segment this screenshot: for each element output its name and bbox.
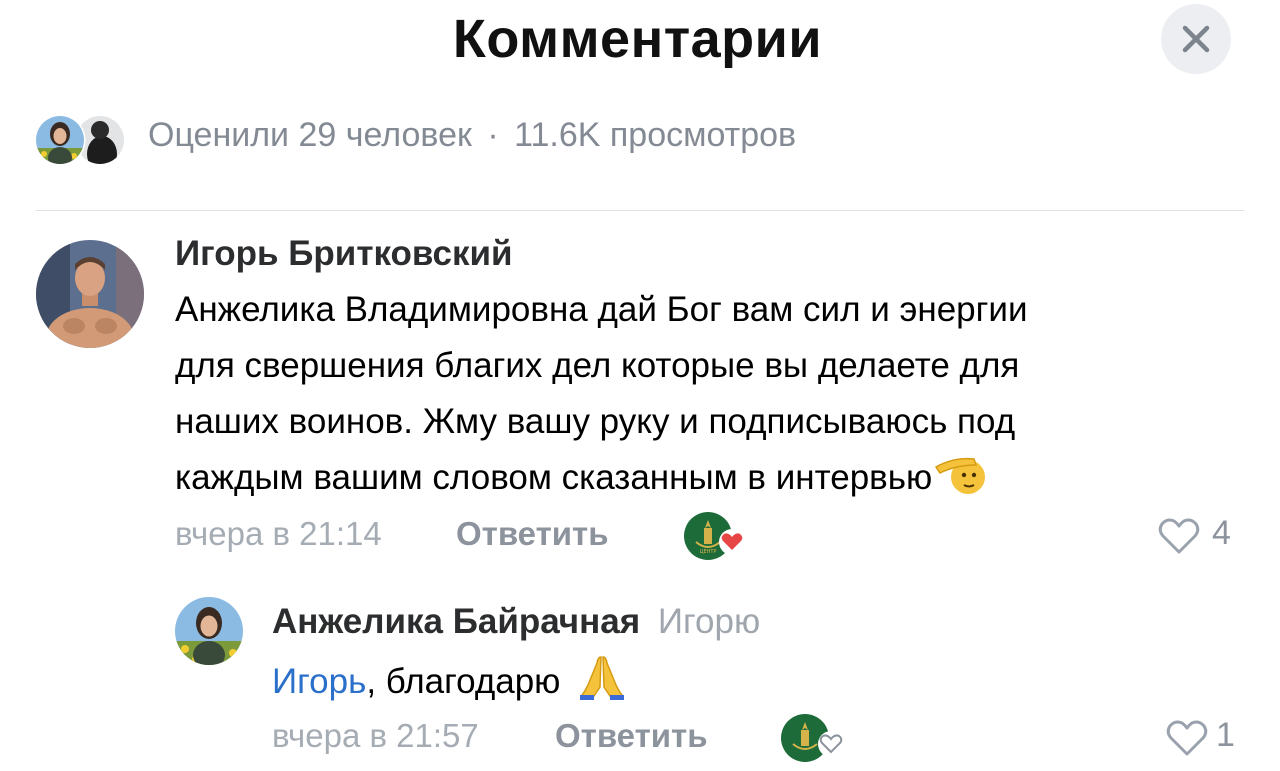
comment-time: вчера в 21:57 [272, 717, 479, 754]
liker-badge[interactable] [781, 714, 847, 766]
svg-text:ЦЕНТР: ЦЕНТР [700, 549, 717, 555]
comment-text-line: для свершения благих дел которые вы дела… [175, 346, 1020, 385]
comment-text: Игорь, благодарю [272, 653, 626, 710]
page-title: Комментарии [452, 9, 823, 69]
post-stats: Оценили 29 человек · 11.6K просмотров [148, 116, 796, 155]
liker-logo-icon: ЦЕНТР [684, 512, 745, 560]
comment-text-line: Анжелика Владимировна дай Бог вам сил и … [175, 290, 1028, 329]
reply-button[interactable]: Ответить [555, 717, 708, 755]
avatar[interactable] [175, 597, 243, 665]
like-count: 1 [1216, 716, 1235, 754]
author-liked-badge[interactable]: ЦЕНТР [684, 512, 748, 564]
stats-separator: · [487, 116, 499, 154]
reply-author-line: Анжелика Байрачная Игорю [272, 602, 760, 642]
reply-author-avatar-image [175, 597, 243, 665]
like-count: 4 [1212, 514, 1231, 552]
commenter-avatar-image [36, 240, 144, 348]
reply-button[interactable]: Ответить [456, 515, 609, 553]
folded-hands-emoji-icon [580, 656, 625, 700]
comment-text-line: наших воинов. Жму вашу руку и подписываю… [175, 402, 1016, 441]
close-button[interactable] [1161, 4, 1231, 74]
liked-by-avatars[interactable] [34, 114, 126, 166]
comment-time: вчера в 21:14 [175, 515, 382, 552]
reply-to-label[interactable]: Игорю [658, 602, 760, 641]
comment-author[interactable]: Анжелика Байрачная [272, 602, 640, 641]
likes-count-text[interactable]: Оценили 29 человек [148, 116, 472, 154]
saluting-face-emoji-icon [935, 457, 986, 494]
comment-text: Анжелика Владимировна дай Бог вам сил и … [175, 282, 1028, 506]
mention-link[interactable]: Игорь [272, 662, 366, 701]
heart-outline-icon [1158, 518, 1200, 554]
views-count-text: 11.6K просмотров [514, 116, 797, 154]
divider [36, 210, 1244, 211]
comment-author[interactable]: Игорь Бритковский [175, 234, 513, 274]
like-button[interactable]: 4 [1158, 514, 1240, 558]
liker-avatars-image [34, 114, 124, 166]
close-icon [1182, 25, 1210, 53]
avatar[interactable] [36, 240, 144, 348]
heart-outline-icon [1166, 720, 1208, 756]
like-button[interactable]: 1 [1166, 716, 1240, 760]
liker-logo-icon [781, 714, 844, 762]
comment-text-line: каждым вашим словом сказанным в интервью [175, 450, 1028, 506]
